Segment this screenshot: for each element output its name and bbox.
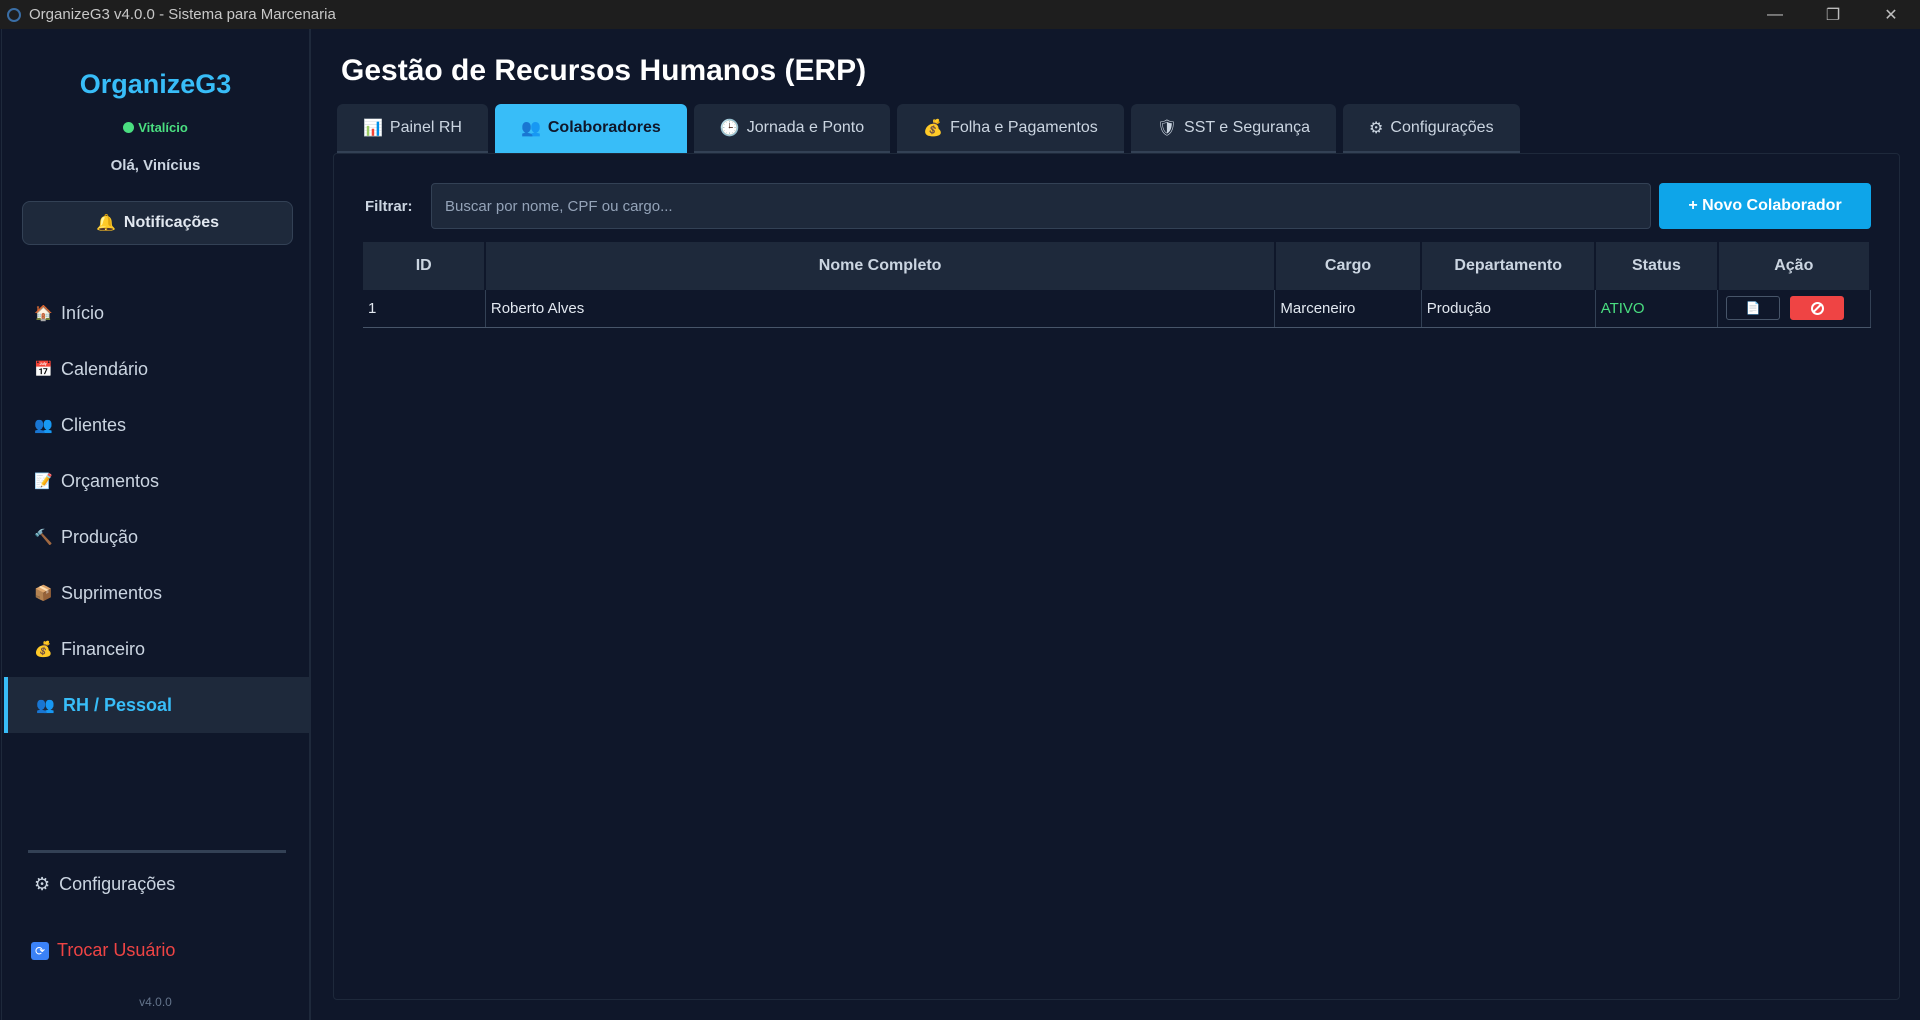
clock-icon: 🕒 <box>719 119 740 137</box>
sidebar-item-calendario[interactable]: 📅 Calendário <box>2 341 310 397</box>
window-controls: — ❐ ✕ <box>1746 0 1920 29</box>
tab-label: Jornada e Ponto <box>746 118 865 136</box>
user-greeting: Olá, Vinícius <box>110 157 201 174</box>
document-icon: 📄 <box>1745 301 1761 316</box>
sidebar-item-clientes[interactable]: 👥 Clientes <box>2 397 310 453</box>
search-input[interactable] <box>431 183 1651 229</box>
new-employee-button[interactable]: + Novo Colaborador <box>1659 183 1871 229</box>
users-icon: 👥 <box>520 119 541 137</box>
sidebar-item-financeiro[interactable]: 💰 Financeiro <box>2 621 310 677</box>
hammer-icon: 🔨 <box>34 529 53 546</box>
users-icon: 👥 <box>36 697 55 714</box>
tab-painel-rh[interactable]: 📊 Painel RH <box>337 104 488 154</box>
bell-icon: 🔔 <box>95 215 116 232</box>
app-icon <box>7 7 21 22</box>
tab-colaboradores[interactable]: 👥 Colaboradores <box>494 104 687 154</box>
sidebar-item-producao[interactable]: 🔨 Produção <box>2 509 310 565</box>
sidebar-divider <box>28 850 286 853</box>
money-bag-icon: 💰 <box>34 641 53 658</box>
table-row[interactable]: 1 Roberto Alves Marceneiro Produção ATIV… <box>363 290 1871 328</box>
tab-label: Painel RH <box>389 118 462 136</box>
sidebar-item-suprimentos[interactable]: 📦 Suprimentos <box>2 565 310 621</box>
switch-user-label: Trocar Usuário <box>57 940 176 960</box>
status-badge: ATIVO <box>1595 290 1719 328</box>
column-header-id[interactable]: ID <box>363 242 487 290</box>
column-header-name[interactable]: Nome Completo <box>485 242 1276 290</box>
package-icon: 📦 <box>34 585 53 602</box>
deactivate-button[interactable] <box>1790 296 1845 321</box>
cell-department: Produção <box>1421 290 1596 328</box>
tab-jornada-ponto[interactable]: 🕒 Jornada e Ponto <box>693 104 891 154</box>
sidebar-item-configuracoes[interactable]: ⚙ Configurações <box>34 874 175 895</box>
status-dot-icon <box>123 122 135 133</box>
tab-configuracoes[interactable]: ⚙ Configurações <box>1343 104 1520 154</box>
bar-chart-icon: 📊 <box>363 119 383 137</box>
close-button[interactable]: ✕ <box>1862 0 1920 29</box>
users-icon: 👥 <box>34 417 53 434</box>
refresh-icon: ⟳ <box>31 941 49 960</box>
sidebar-item-label: Início <box>61 302 105 323</box>
version-label: v4.0.0 <box>139 995 172 1009</box>
license-label: Vitalício <box>138 120 188 135</box>
tab-label: SST e Segurança <box>1184 118 1311 136</box>
shield-icon: 🛡 <box>1156 119 1178 137</box>
sidebar-nav: 🏠 Início 📅 Calendário 👥 Clientes 📝 Orçam… <box>2 285 310 733</box>
tab-label: Configurações <box>1390 118 1494 136</box>
sidebar-item-label: Suprimentos <box>61 582 163 603</box>
tab-label: Colaboradores <box>547 118 661 136</box>
gear-icon: ⚙ <box>34 874 51 894</box>
cell-role: Marceneiro <box>1274 290 1422 328</box>
sidebar-item-label: RH / Pessoal <box>63 694 173 715</box>
sidebar-item-inicio[interactable]: 🏠 Início <box>2 285 310 341</box>
tab-folha-pagamentos[interactable]: 💰 Folha e Pagamentos <box>897 104 1124 154</box>
notifications-label: Notificações <box>123 214 220 231</box>
money-bag-icon: 💰 <box>923 119 944 137</box>
gear-icon: ⚙ <box>1369 119 1384 137</box>
ban-icon <box>1810 301 1824 315</box>
column-header-department[interactable]: Departamento <box>1421 242 1597 290</box>
edit-button[interactable]: 📄 <box>1726 296 1781 321</box>
tab-bar: 📊 Painel RH 👥 Colaboradores 🕒 Jornada e … <box>337 104 1520 154</box>
sidebar-item-label: Produção <box>61 526 139 547</box>
window-title: OrganizeG3 v4.0.0 - Sistema para Marcena… <box>29 6 336 23</box>
brand-logo: OrganizeG3 <box>79 69 232 99</box>
filter-label: Filtrar: <box>365 198 413 215</box>
cell-name: Roberto Alves <box>485 290 1276 328</box>
home-icon: 🏠 <box>34 305 53 322</box>
sidebar-item-orcamentos[interactable]: 📝 Orçamentos <box>2 453 310 509</box>
column-header-role[interactable]: Cargo <box>1274 242 1423 290</box>
table-header-row: ID Nome Completo Cargo Departamento Stat… <box>363 242 1872 290</box>
sidebar-item-label: Clientes <box>61 414 127 435</box>
switch-user-button[interactable]: ⟳ Trocar Usuário <box>31 940 175 961</box>
window-titlebar: OrganizeG3 v4.0.0 - Sistema para Marcena… <box>0 0 1920 29</box>
tab-label: Folha e Pagamentos <box>950 118 1098 136</box>
memo-icon: 📝 <box>34 473 53 490</box>
cell-actions: 📄 <box>1717 290 1871 328</box>
employees-table: ID Nome Completo Cargo Departamento Stat… <box>363 242 1872 328</box>
sidebar-item-label: Financeiro <box>61 638 146 659</box>
restore-button[interactable]: ❐ <box>1804 0 1862 29</box>
column-header-action: Ação <box>1717 242 1872 290</box>
sidebar: OrganizeG3 Vitalício Olá, Vinícius 🔔 Not… <box>1 29 311 1020</box>
tab-sst-seguranca[interactable]: 🛡 SST e Segurança <box>1130 104 1337 154</box>
notifications-button[interactable]: 🔔 Notificações <box>22 201 293 245</box>
sidebar-item-label: Orçamentos <box>61 470 160 491</box>
sidebar-item-label: Configurações <box>59 874 176 894</box>
column-header-status[interactable]: Status <box>1595 242 1719 290</box>
sidebar-item-label: Calendário <box>61 358 149 379</box>
page-title: Gestão de Recursos Humanos (ERP) <box>341 54 867 87</box>
sidebar-item-rh-pessoal[interactable]: 👥 RH / Pessoal <box>4 677 309 733</box>
cell-id: 1 <box>363 290 486 328</box>
minimize-button[interactable]: — <box>1746 0 1804 29</box>
license-badge: Vitalício <box>2 120 309 135</box>
calendar-icon: 📅 <box>34 361 53 378</box>
